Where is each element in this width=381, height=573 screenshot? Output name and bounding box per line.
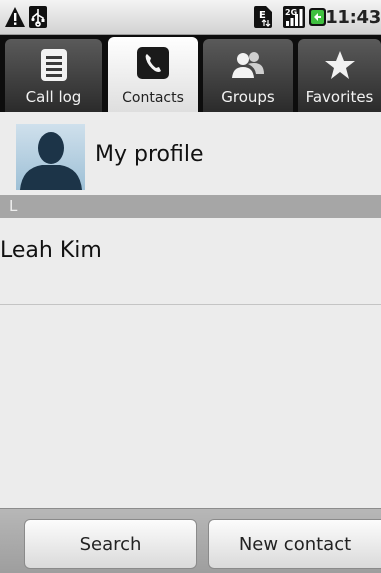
avatar-icon (16, 124, 85, 190)
tab-call-log[interactable]: Call log (5, 39, 102, 112)
section-header: L (0, 195, 381, 218)
tab-label: Call log (25, 88, 82, 106)
contact-row[interactable]: Leah Kim (0, 219, 381, 305)
svg-text:E: E (259, 10, 266, 21)
tab-bar: Call log Contacts Groups Favorites (0, 35, 381, 112)
contacts-icon (137, 47, 169, 79)
tab-label: Favorites (305, 88, 374, 106)
tab-groups[interactable]: Groups (203, 39, 293, 112)
tab-label: Contacts (122, 90, 184, 106)
groups-icon (232, 52, 264, 78)
signal-icon: 2G (283, 6, 305, 28)
profile-name: My profile (95, 142, 204, 167)
sim-icon: E (254, 6, 272, 28)
usb-icon (29, 6, 47, 28)
bottom-button-bar: Search New contact (0, 508, 381, 573)
star-icon (324, 51, 355, 79)
tab-contacts[interactable]: Contacts (108, 37, 198, 112)
new-contact-button[interactable]: New contact (208, 519, 381, 569)
section-letter: L (9, 197, 18, 215)
warning-icon (5, 7, 25, 27)
battery-icon (309, 8, 326, 26)
my-profile-row[interactable]: My profile (0, 120, 381, 194)
tab-favorites[interactable]: Favorites (298, 39, 381, 112)
tab-label: Groups (221, 88, 275, 106)
contact-name: Leah Kim (0, 238, 102, 263)
contacts-screen: E 2G 11:43 Call log Contacts Groups Favo… (0, 0, 381, 573)
clock: 11:43 (325, 7, 381, 28)
status-bar: E 2G 11:43 (0, 0, 381, 35)
call-log-icon (40, 49, 67, 81)
search-button[interactable]: Search (24, 519, 197, 569)
